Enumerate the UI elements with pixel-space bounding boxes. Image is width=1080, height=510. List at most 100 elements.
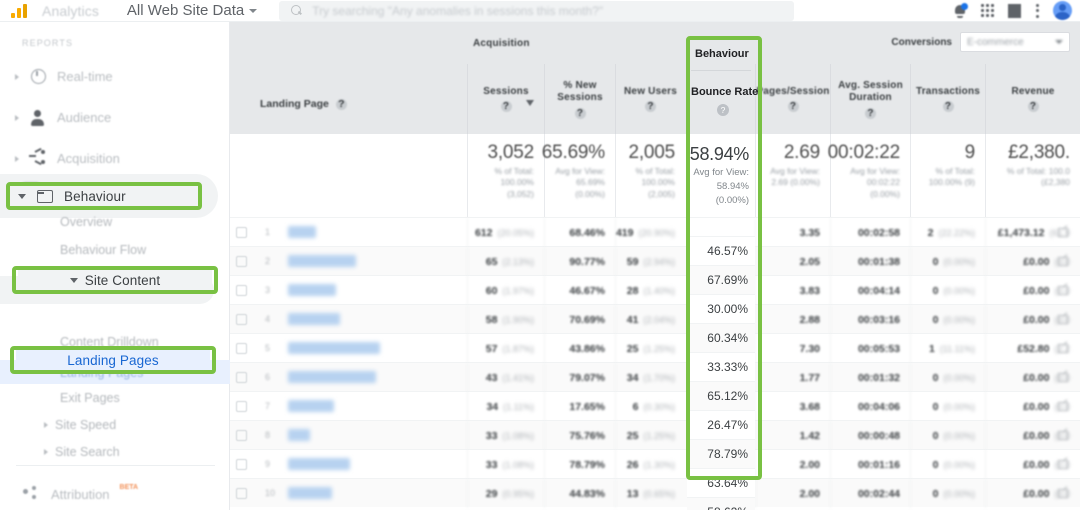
help-icon[interactable]: ? xyxy=(942,101,954,113)
cell-value: £1,473.12 xyxy=(997,226,1045,239)
table-row[interactable]: 6 43 (1.41%) 79.07% 34 (1.70%) 1.77 00:01:32 0 (0… xyxy=(230,362,1080,392)
sidebar-item-site-search[interactable]: Site Search xyxy=(0,438,230,465)
row-rank: 3 xyxy=(265,285,271,295)
cell-new-sessions: 78.79% xyxy=(544,450,615,479)
sidebar-item-attribution[interactable]: Attribution BETA xyxy=(0,472,230,510)
row-checkbox[interactable] xyxy=(236,314,247,325)
cell-value: 0 xyxy=(932,255,939,268)
help-icon[interactable]: ? xyxy=(865,107,876,119)
cell-value: £0.00 xyxy=(1023,429,1050,442)
cell-bounce-rate: 78.79% xyxy=(687,439,755,468)
landing-page-link[interactable] xyxy=(288,342,380,354)
row-checkbox[interactable] xyxy=(236,227,247,238)
sidebar-item-label: Exit Pages xyxy=(60,390,120,405)
cell-percent: (0.0 xyxy=(1054,285,1070,296)
sidebar-item-behaviour-flow[interactable]: Behaviour Flow xyxy=(0,236,230,263)
table-row[interactable]: 5 57 (1.87%) 43.86% 25 (1.25%) 7.30 00:05:53 1 (1… xyxy=(230,333,1080,363)
row-checkbox[interactable] xyxy=(236,343,247,354)
cell-new-users: 25 (1.25%) xyxy=(615,421,685,450)
row-checkbox[interactable] xyxy=(236,372,247,383)
landing-page-link[interactable] xyxy=(288,487,332,499)
sidebar-item-real-time[interactable]: Real-time xyxy=(0,54,230,99)
chevron-down-icon xyxy=(1055,40,1063,44)
table-row[interactable]: 1 612 (20.05%) 68.46% 419 (20.90%) 3.35 00:02:5… xyxy=(230,217,1080,247)
sort-descending-icon[interactable] xyxy=(526,100,534,106)
help-icon[interactable]: ? xyxy=(717,104,729,116)
help-icon[interactable]: ? xyxy=(335,98,347,110)
column-header-transactions[interactable]: Transactions ? xyxy=(910,64,985,134)
table-row[interactable]: 2 65 (2.13%) 90.77% 59 (2.94%) 2.05 00:01:38 0 (0… xyxy=(230,246,1080,276)
row-checkbox[interactable] xyxy=(236,401,247,412)
user-avatar[interactable] xyxy=(1053,1,1072,20)
column-header-sessions[interactable]: Sessions ? xyxy=(467,64,544,134)
highlight-label-site-content[interactable]: Site Content xyxy=(18,270,212,290)
cell-percent: (0.30%) xyxy=(643,401,675,412)
help-icon[interactable]: ? xyxy=(787,101,799,113)
cell-transactions: 0 (0.00%) xyxy=(910,276,985,305)
column-header-pages-session[interactable]: Pages/Session ? xyxy=(755,64,830,134)
sidebar-item-label: Attribution xyxy=(51,487,110,502)
table-row[interactable]: 10 29 (0.95%) 44.83% 13 (0.65%) 2.00 00:02:44 0 (… xyxy=(230,478,1080,508)
property-selector[interactable]: All Web Site Data xyxy=(127,2,258,19)
landing-page-link[interactable] xyxy=(288,284,336,296)
help-icon[interactable]: ? xyxy=(500,101,512,113)
bell-icon[interactable] xyxy=(953,2,968,18)
cell-value: 00:01:38 xyxy=(857,255,900,268)
table-row[interactable]: 9 33 (1.08%) 78.79% 26 (1.30%) 2.00 00:01:16 0 (0… xyxy=(230,449,1080,479)
landing-page-link[interactable] xyxy=(288,458,350,470)
cell-value: 41 xyxy=(626,313,639,326)
sidebar-item-audience[interactable]: Audience xyxy=(0,95,230,140)
highlight-label-behaviour[interactable]: Behaviour xyxy=(12,186,196,206)
landing-page-link[interactable] xyxy=(288,371,376,383)
row-checkbox[interactable] xyxy=(236,285,247,296)
cell-value: 1.42 xyxy=(799,429,820,442)
apps-grid-icon[interactable] xyxy=(981,4,994,17)
conversions-select[interactable]: E-commerce xyxy=(960,32,1070,52)
kebab-menu-icon[interactable] xyxy=(1035,3,1039,18)
cell-value: £0.00 xyxy=(1023,255,1050,268)
column-header-avg-session-duration[interactable]: Avg. Session Duration ? xyxy=(830,64,910,134)
cell-value: 00:00:48 xyxy=(857,429,900,442)
table-row[interactable]: 8 33 (1.08%) 75.76% 25 (1.25%) 1.42 00:00:48 0 (0… xyxy=(230,420,1080,450)
help-icon[interactable]: ? xyxy=(574,107,586,119)
row-checkbox[interactable] xyxy=(236,459,247,470)
cell-value: 3.83 xyxy=(799,284,820,297)
cell-percent: (1.97%) xyxy=(502,285,534,296)
row-checkbox[interactable] xyxy=(236,256,247,267)
row-checkbox[interactable] xyxy=(236,488,247,499)
cell-revenue: £0.00 (0.0 xyxy=(985,421,1080,450)
cell-percent: (0.00%) xyxy=(943,256,975,267)
row-checkbox[interactable] xyxy=(236,430,247,441)
column-header-new-users[interactable]: New Users ? xyxy=(615,64,685,134)
landing-page-link[interactable] xyxy=(288,429,310,441)
search-input[interactable]: Try searching "Any anomalies in sessions… xyxy=(279,0,795,21)
column-header-landing-page[interactable]: Landing Page ? xyxy=(260,98,347,110)
column-header-revenue[interactable]: Revenue ? xyxy=(985,64,1080,134)
analytics-logo[interactable] xyxy=(0,3,42,18)
column-header-new-sessions[interactable]: % New Sessions ? xyxy=(544,64,615,134)
landing-page-link[interactable] xyxy=(288,255,356,267)
sidebar-item-site-speed[interactable]: Site Speed xyxy=(0,411,230,438)
shield-icon[interactable] xyxy=(1008,3,1021,18)
cell-value: 0 xyxy=(932,487,939,500)
cell-percent: (0.0 xyxy=(1054,459,1070,470)
cell-value: 33 xyxy=(485,429,498,442)
sidebar-item-overview[interactable]: Overview xyxy=(0,208,230,235)
column-header-bounce-rate[interactable]: Bounce Rate xyxy=(691,86,758,98)
sidebar-item-exit-pages[interactable]: Exit Pages xyxy=(0,384,230,411)
cell-revenue: £0.00 (0.0 xyxy=(985,276,1080,305)
summary-value: 00:02:22 xyxy=(827,142,901,163)
help-icon[interactable]: ? xyxy=(645,101,656,113)
cell-avg-session-duration: 00:01:16 xyxy=(830,450,910,479)
highlight-label-landing-pages[interactable]: Landing Pages xyxy=(16,350,210,370)
cell-value: 0 xyxy=(932,458,939,471)
landing-page-link[interactable] xyxy=(288,313,340,325)
landing-page-link[interactable] xyxy=(288,400,334,412)
table-row[interactable]: 4 58 (1.90%) 70.69% 41 (2.04%) 2.88 00:03:16 0 (0… xyxy=(230,304,1080,334)
landing-page-link[interactable] xyxy=(288,226,316,238)
help-icon[interactable]: ? xyxy=(1027,101,1039,113)
table-row[interactable]: 7 34 (1.11%) 17.65% 6 (0.30%) 3.68 00:04:06 0 (0.… xyxy=(230,391,1080,421)
clock-icon xyxy=(29,68,47,86)
table-row[interactable]: 3 60 (1.97%) 46.67% 28 (1.40%) 3.83 00:04:14 0 (0… xyxy=(230,275,1080,305)
person-icon xyxy=(29,109,47,127)
